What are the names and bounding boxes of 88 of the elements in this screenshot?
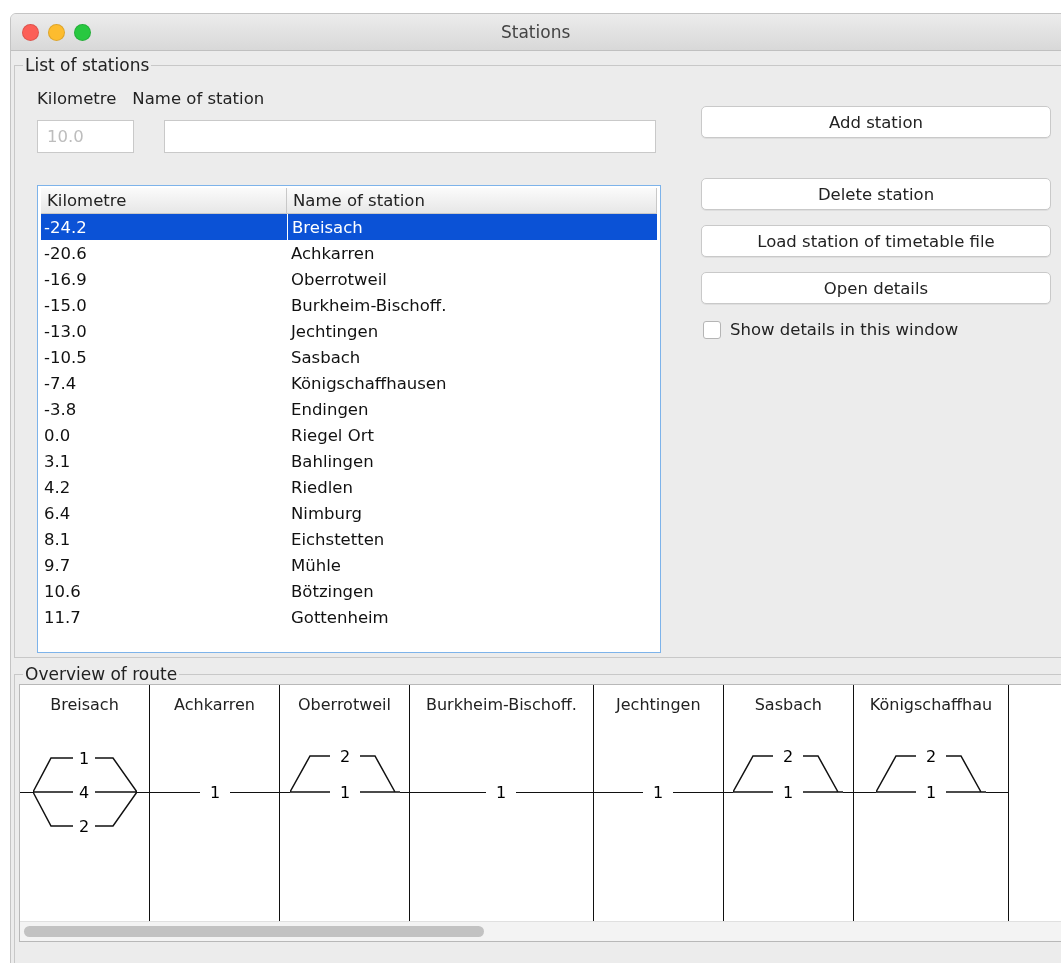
table-row[interactable]: 3.1 Bahlingen: [41, 448, 657, 474]
table-cell-text: -16.9: [43, 268, 88, 291]
table-row[interactable]: -15.0 Burkheim-Bischoff.: [41, 292, 657, 318]
panel-title: Overview of route: [24, 664, 179, 684]
table-cell-text: Bötzingen: [290, 580, 375, 603]
table-cell-text: 10.6: [43, 580, 82, 603]
table-cell-text: 9.7: [43, 554, 72, 577]
station-name: Sasbach: [753, 695, 823, 714]
track-line: [20, 791, 33, 793]
action-button[interactable]: Open details: [701, 272, 1051, 304]
table-row[interactable]: -20.6 Achkarren: [41, 240, 657, 266]
table-cell-text: -15.0: [43, 294, 88, 317]
table-cell-text: 6.4: [43, 502, 72, 525]
table-row[interactable]: 4.2 Riedlen: [41, 474, 657, 500]
track-number: 1: [496, 783, 507, 802]
track-number: 2: [339, 747, 350, 766]
table-row[interactable]: -10.5 Sasbach: [41, 344, 657, 370]
station-name: Oberrotweil: [297, 695, 392, 714]
table-cell-text: Endingen: [290, 398, 370, 421]
minimize-button[interactable]: [48, 23, 65, 41]
table-row[interactable]: 0.0 Riegel Ort: [41, 422, 657, 448]
table-cell-text: Burkheim-Bischoff.: [290, 294, 448, 317]
column-header[interactable]: Kilometre: [41, 188, 287, 214]
table-cell-text: 8.1: [43, 528, 72, 551]
checkbox[interactable]: [703, 320, 721, 339]
table-row[interactable]: 8.1 Eichstetten: [41, 526, 657, 552]
track-number: 2: [783, 747, 794, 766]
add-station-button[interactable]: Add station: [701, 106, 1051, 138]
table-cell-text: Riegel Ort: [290, 424, 375, 447]
track-number: 1: [783, 783, 794, 802]
track-number: 1: [339, 783, 350, 802]
field-label: Name of station: [132, 89, 265, 108]
table-row[interactable]: 6.4 Nimburg: [41, 500, 657, 526]
table-row[interactable]: -13.0 Jechtingen: [41, 318, 657, 344]
track-number: 2: [925, 747, 937, 766]
table-cell-text: Eichstetten: [290, 528, 386, 551]
field-label: Kilometre: [37, 89, 117, 108]
table-cell: Breisach: [287, 214, 657, 240]
table-cell-text: 4.2: [43, 476, 72, 499]
action-button[interactable]: Delete station: [701, 178, 1051, 210]
close-button[interactable]: [22, 23, 39, 41]
table-row[interactable]: -24.2 Breisach: [41, 214, 657, 240]
table-cell-text: Oberrotweil: [290, 268, 388, 291]
panel-title: List of stations: [24, 55, 151, 75]
table-cell-text: Mühle: [290, 554, 342, 577]
table-row[interactable]: -7.4 Königschaffhausen: [41, 370, 657, 396]
horizontal-scrollbar[interactable]: [20, 921, 1061, 941]
table-cell-text: Jechtingen: [289, 320, 380, 343]
table-cell-text: 0.0: [43, 424, 72, 447]
table-cell: -24.2: [41, 214, 287, 240]
track-number: 1: [653, 783, 664, 802]
track-number: 1: [209, 783, 220, 802]
action-button[interactable]: Load station of timetable file: [701, 225, 1051, 257]
column-header[interactable]: Name of station: [287, 188, 657, 214]
station-name: Breisach: [49, 695, 120, 714]
table-cell-text: 3.1: [43, 450, 72, 473]
table-row[interactable]: 9.7 Mühle: [41, 552, 657, 578]
station-name: Burkheim-Bischoff.: [426, 695, 577, 714]
table-cell-text: Gottenheim: [290, 606, 390, 629]
kilometre-field[interactable]: 10.0: [37, 120, 134, 153]
table-cell-text: -10.5: [43, 346, 88, 369]
table-cell-text: -20.6: [43, 242, 88, 265]
table-cell-text: Königschaffhausen: [290, 372, 448, 395]
table-row[interactable]: -3.8 Endingen: [41, 396, 657, 422]
station-name: Achkarren: [173, 695, 256, 714]
scrollbar-thumb[interactable]: [24, 926, 484, 938]
table-cell-text: Bahlingen: [290, 450, 375, 473]
table-row[interactable]: -16.9 Oberrotweil: [41, 266, 657, 292]
table-cell-text: -13.0: [43, 320, 88, 343]
table-cell-text: 11.7: [43, 606, 82, 629]
table-row[interactable]: 10.6 Bötzingen: [41, 578, 657, 604]
checkbox-label: Show details in this window: [730, 320, 959, 339]
table-cell-text: Sasbach: [290, 346, 362, 369]
station-name-field[interactable]: [164, 120, 656, 153]
table-cell-text: Riedlen: [290, 476, 354, 499]
zoom-button[interactable]: [74, 23, 91, 41]
table-row[interactable]: 11.7 Gottenheim: [41, 604, 657, 630]
track-number: 1: [925, 783, 937, 802]
table-cell-text: -3.8: [43, 398, 78, 421]
table-cell-text: -7.4: [43, 372, 78, 395]
table-cell-text: Achkarren: [290, 242, 376, 265]
track-number: 4: [78, 783, 89, 802]
station-name: Königschaffhau: [869, 695, 993, 714]
station-name: Jechtingen: [614, 695, 702, 714]
track-number: 2: [78, 817, 89, 836]
window-title: Stations: [501, 22, 571, 42]
track-number: 1: [78, 749, 89, 768]
table-cell-text: Nimburg: [290, 502, 363, 525]
